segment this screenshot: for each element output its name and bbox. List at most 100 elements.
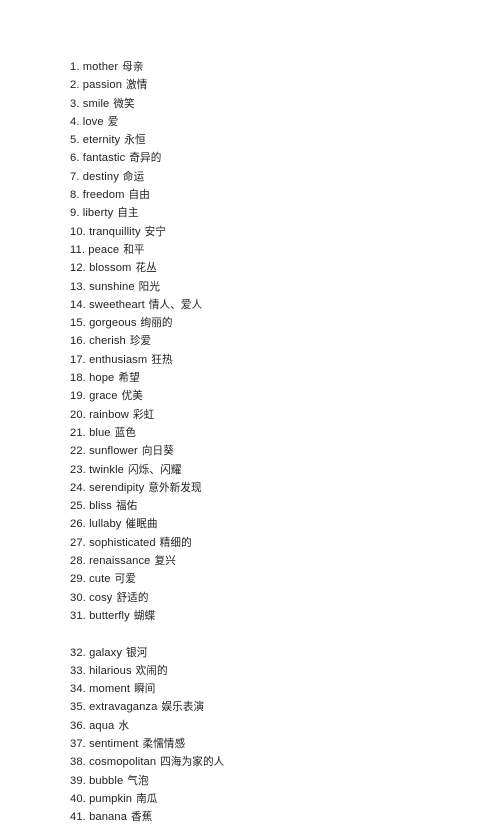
list-item-index: 30.	[70, 591, 86, 604]
list-item-term: mother	[82, 61, 119, 73]
list-item: 13. sunshine 阳光	[70, 278, 470, 296]
list-item-gloss: 福佑	[115, 500, 138, 513]
list-item-gloss: 自由	[128, 189, 150, 202]
list-item-index: 1.	[70, 61, 80, 73]
list-item-index: 37.	[70, 737, 86, 750]
list-item-index: 41.	[70, 811, 86, 824]
list-item-index: 21.	[70, 426, 86, 439]
list-item-index: 11.	[70, 243, 86, 256]
list-item: 21. blue 蓝色	[70, 424, 470, 442]
list-item: 5. eternity 永恒	[70, 131, 470, 149]
list-item: 39. bubble 气泡	[70, 772, 470, 790]
list-item-index: 29.	[70, 573, 86, 586]
list-item-term: fantastic	[82, 152, 126, 165]
list-item-gloss: 和平	[123, 243, 145, 256]
list-item-index: 16.	[70, 335, 86, 348]
list-item-index: 7.	[70, 170, 80, 183]
list-item-gloss: 舒适的	[116, 591, 149, 604]
list-item-term: smile	[82, 97, 110, 110]
list-item-index: 40.	[70, 792, 86, 805]
list-item-term: destiny	[82, 170, 119, 183]
list-item: 1. mother 母亲	[70, 58, 470, 76]
list-item: 3. smile 微笑	[70, 95, 470, 113]
list-item-term: sophisticated	[89, 536, 156, 549]
list-item-term: hilarious	[89, 664, 132, 677]
list-item-gloss: 蝴蝶	[133, 609, 156, 622]
list-item-index: 22.	[70, 445, 86, 458]
list-item: 32. galaxy 银河	[70, 644, 470, 662]
list-item-term: peace	[88, 243, 120, 256]
list-item-gloss: 彩虹	[132, 408, 155, 421]
list-item-term: galaxy	[89, 646, 123, 659]
list-item-term: extravaganza	[89, 701, 158, 714]
list-item-index: 33.	[70, 664, 86, 677]
list-item-gloss: 瞬间	[134, 683, 156, 696]
list-item-index: 27.	[70, 536, 86, 549]
list-item-gloss: 激情	[126, 79, 148, 92]
list-item-index: 4.	[70, 115, 80, 128]
list-item-gloss: 奇异的	[129, 152, 162, 165]
list-item-gloss: 南瓜	[136, 792, 158, 805]
list-item-term: sweetheart	[89, 298, 145, 311]
list-item-gloss: 娱乐表演	[161, 701, 205, 714]
list-item-index: 20.	[70, 408, 86, 421]
list-item-index: 36.	[70, 719, 86, 732]
list-item: 23. twinkle 闪烁、闪耀	[70, 461, 470, 479]
list-item-term: bliss	[89, 500, 112, 513]
list-item-index: 15.	[70, 317, 86, 330]
list-item-term: twinkle	[89, 463, 124, 476]
list-item: 11. peace 和平	[70, 241, 470, 259]
list-item: 31. butterfly 蝴蝶	[70, 607, 470, 625]
list-item-term: banana	[89, 811, 128, 824]
list-item-term: hope	[89, 372, 115, 385]
list-item-index: 3.	[70, 97, 80, 110]
list-item-term: gorgeous	[89, 317, 137, 330]
list-item-term: moment	[89, 683, 131, 696]
list-item: 24. serendipity 意外新发现	[70, 479, 470, 497]
list-item: 25. bliss 福佑	[70, 497, 470, 515]
list-item-gloss: 安宁	[144, 225, 167, 238]
list-item-gloss: 催眠曲	[125, 518, 158, 531]
list-item-index: 34.	[70, 683, 86, 696]
list-item-index: 6.	[70, 152, 80, 165]
list-item: 19. grace 优美	[70, 387, 470, 405]
list-item-gloss: 绚丽的	[140, 317, 173, 330]
list-item-index: 18.	[70, 372, 86, 385]
list-item: 7. destiny 命运	[70, 168, 470, 186]
list-item-gloss: 柔懦情感	[142, 737, 186, 750]
list-item-gloss: 欢闹的	[135, 664, 168, 677]
list-item: 34. moment 瞬间	[70, 680, 470, 698]
list-item-term: liberty	[82, 207, 114, 220]
list-item-gloss: 复兴	[154, 555, 176, 568]
list-item-index: 25.	[70, 500, 86, 513]
list-item-term: lullaby	[89, 518, 122, 531]
list-item-index: 26.	[70, 518, 86, 531]
list-item-term: sunshine	[89, 280, 135, 293]
list-item-index: 23.	[70, 463, 86, 476]
list-item-gloss: 珍爱	[129, 335, 152, 348]
list-item: 17. enthusiasm 狂热	[70, 351, 470, 369]
list-item: 40. pumpkin 南瓜	[70, 790, 470, 808]
list-item-term: sunflower	[89, 445, 138, 458]
list-item: 8. freedom 自由	[70, 186, 470, 204]
list-item-gloss: 母亲	[122, 61, 144, 73]
list-item-index: 2.	[70, 79, 80, 92]
list-item-term: passion	[82, 79, 123, 92]
list-item: 9. liberty 自主	[70, 204, 470, 222]
list-item-gloss: 狂热	[151, 353, 173, 366]
list-item-term: blossom	[89, 262, 132, 275]
list-item-term: blue	[89, 426, 111, 439]
list-item-gloss: 意外新发现	[148, 481, 202, 494]
list-item: 20. rainbow 彩虹	[70, 406, 470, 424]
list-item: 33. hilarious 欢闹的	[70, 662, 470, 680]
list-item-gloss: 精细的	[159, 536, 192, 549]
list-item: 30. cosy 舒适的	[70, 589, 470, 607]
list-item: 10. tranquillity 安宁	[70, 223, 470, 241]
list-item-term: serendipity	[89, 481, 145, 494]
list-item-index: 28.	[70, 555, 86, 568]
list-item-gloss: 爱	[107, 115, 119, 128]
list-item: 29. cute 可爱	[70, 570, 470, 588]
list-item-term: rainbow	[89, 408, 129, 421]
list-item-gloss: 情人、爱人	[148, 298, 203, 311]
list-item-gloss: 闪烁、闪耀	[127, 463, 182, 476]
